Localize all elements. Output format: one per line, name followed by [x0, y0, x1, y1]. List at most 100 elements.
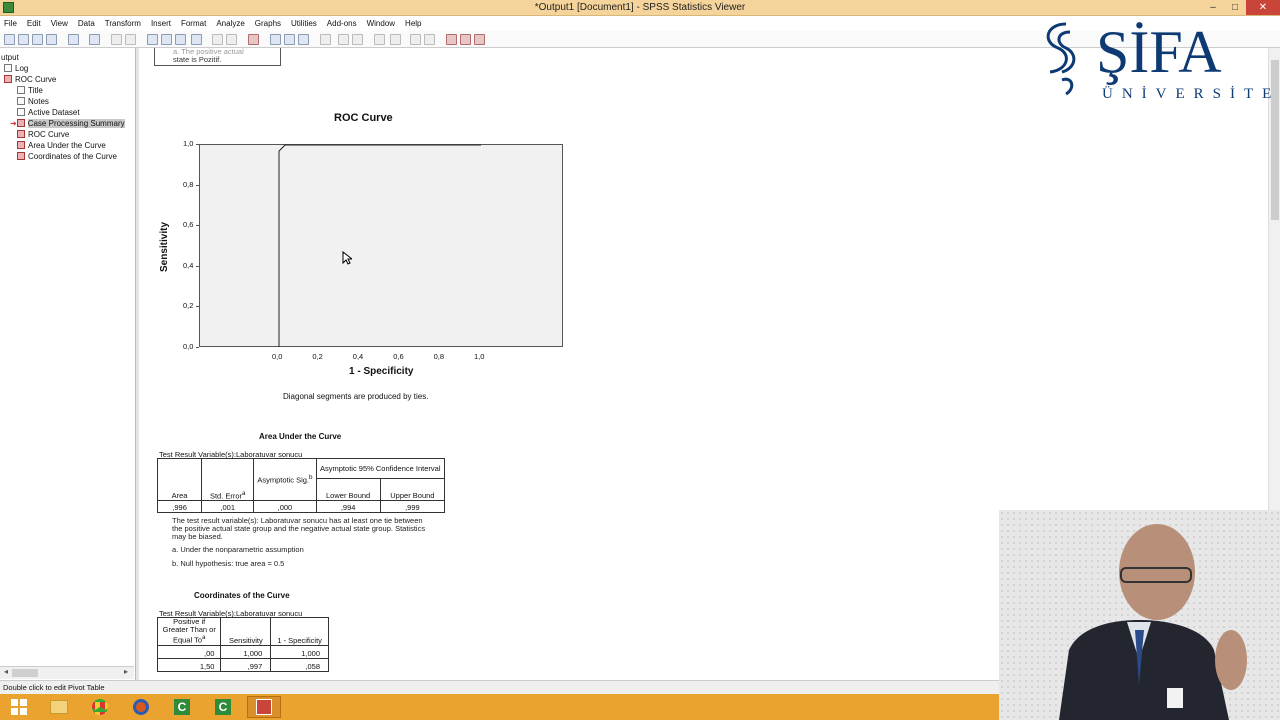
save-icon[interactable] — [18, 34, 29, 45]
print-preview-icon[interactable] — [46, 34, 57, 45]
windows-start-icon[interactable] — [2, 696, 36, 718]
firefox-icon[interactable] — [124, 696, 158, 718]
tree-item-case-processing-summary[interactable]: ➜ Case Processing Summary — [10, 118, 125, 129]
spss-taskbar-icon[interactable] — [247, 696, 281, 718]
export-icon[interactable] — [68, 34, 79, 45]
auc-header-upper: Upper Bound — [379, 478, 446, 501]
menu-file[interactable]: File — [4, 19, 17, 28]
goto-case-icon[interactable] — [161, 34, 172, 45]
y-tick-label: 0,8 — [183, 179, 194, 189]
menu-analyze[interactable]: Analyze — [216, 19, 244, 28]
tree-item-roc-curve-folder[interactable]: ROC Curve — [4, 74, 56, 85]
tree-item-active-dataset[interactable]: Active Dataset — [17, 107, 80, 118]
auc-header-std-error: Std. Errora — [201, 458, 255, 501]
roc-curve-svg — [278, 144, 481, 347]
doc-icon — [17, 97, 25, 105]
promote-icon[interactable] — [320, 34, 331, 45]
coords-cell: 1,000 — [220, 645, 272, 659]
select-last-output-icon[interactable] — [460, 34, 471, 45]
tree-item-log[interactable]: Log — [4, 63, 28, 74]
insert-output-icon[interactable] — [248, 34, 259, 45]
goto-data-icon[interactable] — [147, 34, 158, 45]
presenter-video — [999, 510, 1280, 720]
table-icon — [17, 141, 25, 149]
menu-data[interactable]: Data — [78, 19, 95, 28]
print-icon[interactable] — [32, 34, 43, 45]
auc-header-area: Area — [156, 458, 203, 501]
coords-header-specificity: 1 - Specificity — [270, 617, 329, 646]
menu-transform[interactable]: Transform — [105, 19, 141, 28]
chart-footnote: Diagonal segments are produced by ties. — [283, 392, 429, 401]
auc-cell-lower: ,994 — [315, 500, 381, 513]
undo-icon[interactable] — [111, 34, 122, 45]
use-sets-icon[interactable] — [212, 34, 223, 45]
menu-insert[interactable]: Insert — [151, 19, 171, 28]
auc-header-ci-group: Asymptotic 95% Confidence Interval — [315, 458, 446, 479]
coords-cell: ,00 — [156, 645, 222, 659]
auc-header-sig: Asymptotic Sig.b — [253, 458, 317, 501]
log-icon — [4, 64, 12, 72]
auc-cell-area: ,996 — [156, 500, 203, 513]
expand-icon[interactable] — [374, 34, 385, 45]
auc-table-title: Area Under the Curve — [259, 432, 342, 441]
auc-footnote-a: a. Under the nonparametric assumption — [172, 545, 304, 554]
x-tick-label: 0,6 — [393, 352, 404, 361]
y-tick-mark — [196, 225, 199, 227]
roc-series-line-0 — [278, 144, 481, 347]
designate-window-icon[interactable] — [446, 34, 457, 45]
text-icon[interactable] — [298, 34, 309, 45]
menu-utilities[interactable]: Utilities — [291, 19, 317, 28]
hide-icon[interactable] — [424, 34, 435, 45]
file-explorer-icon[interactable] — [42, 696, 76, 718]
coords-table-title: Coordinates of the Curve — [194, 591, 290, 600]
menu-view[interactable]: View — [51, 19, 68, 28]
auc-footnote-tie: The test result variable(s): Laboratuvar… — [172, 516, 426, 541]
x-tick-label: 0,4 — [352, 352, 364, 361]
recall-dialog-icon[interactable] — [89, 34, 100, 45]
show-icon[interactable] — [410, 34, 421, 45]
tree-item-title[interactable]: Title — [17, 85, 43, 96]
arrow-left-icon[interactable] — [338, 34, 349, 45]
y-tick-label: 1,0 — [183, 139, 194, 148]
scroll-thumb[interactable] — [12, 669, 38, 677]
outline-pane: utput Log ROC Curve Title Notes Active D… — [0, 48, 136, 680]
app-green-icon-2[interactable]: C — [206, 696, 240, 718]
scroll-left-icon[interactable]: ◂ — [0, 667, 12, 679]
tree-root-output[interactable]: utput — [1, 52, 19, 63]
variables-icon[interactable] — [191, 34, 202, 45]
auc-cell-sig: ,000 — [253, 500, 317, 513]
table-row: ,00 1,000 1,000 — [156, 645, 329, 659]
goto-variable-icon[interactable] — [175, 34, 186, 45]
logo-main-text: ŞİFA — [1096, 19, 1222, 85]
tree-item-area-under-curve[interactable]: Area Under the Curve — [17, 140, 106, 151]
case-processing-footnote[interactable]: a. The positive actual state is Pozitif. — [154, 48, 281, 66]
roc-plot-area[interactable] — [199, 144, 563, 347]
create-edit-icon[interactable] — [474, 34, 485, 45]
menu-help[interactable]: Help — [405, 19, 421, 28]
collapse-icon[interactable] — [390, 34, 401, 45]
menu-addons[interactable]: Add-ons — [327, 19, 357, 28]
y-tick-label: 0,4 — [183, 260, 194, 270]
auc-table[interactable]: Area Std. Errora Asymptotic Sig.b Asympt… — [156, 458, 446, 513]
app-green-icon[interactable]: C — [165, 696, 199, 718]
tree-item-roc-curve-chart[interactable]: ROC Curve — [17, 129, 69, 140]
open-icon[interactable] — [4, 34, 15, 45]
arrow-right-icon[interactable] — [352, 34, 363, 45]
menu-graphs[interactable]: Graphs — [255, 19, 281, 28]
menu-window[interactable]: Window — [367, 19, 395, 28]
show-all-icon[interactable] — [226, 34, 237, 45]
scroll-right-icon[interactable]: ▸ — [120, 667, 132, 679]
chrome-icon[interactable] — [83, 696, 117, 718]
auc-footnote-b: b. Null hypothesis: true area = 0.5 — [172, 559, 285, 568]
heading-icon[interactable] — [270, 34, 281, 45]
y-tick-mark — [196, 265, 199, 267]
outline-horizontal-scrollbar[interactable]: ◂ ▸ — [0, 666, 134, 679]
redo-icon[interactable] — [125, 34, 136, 45]
menu-edit[interactable]: Edit — [27, 19, 41, 28]
menu-format[interactable]: Format — [181, 19, 206, 28]
y-tick-label: 0,0 — [183, 342, 194, 351]
tree-item-notes[interactable]: Notes — [17, 96, 49, 107]
tree-item-coordinates-of-curve[interactable]: Coordinates of the Curve — [17, 151, 117, 162]
title-icon[interactable] — [284, 34, 295, 45]
coords-table[interactable]: Positive if Greater Than or Equal Toa Se… — [156, 617, 329, 672]
